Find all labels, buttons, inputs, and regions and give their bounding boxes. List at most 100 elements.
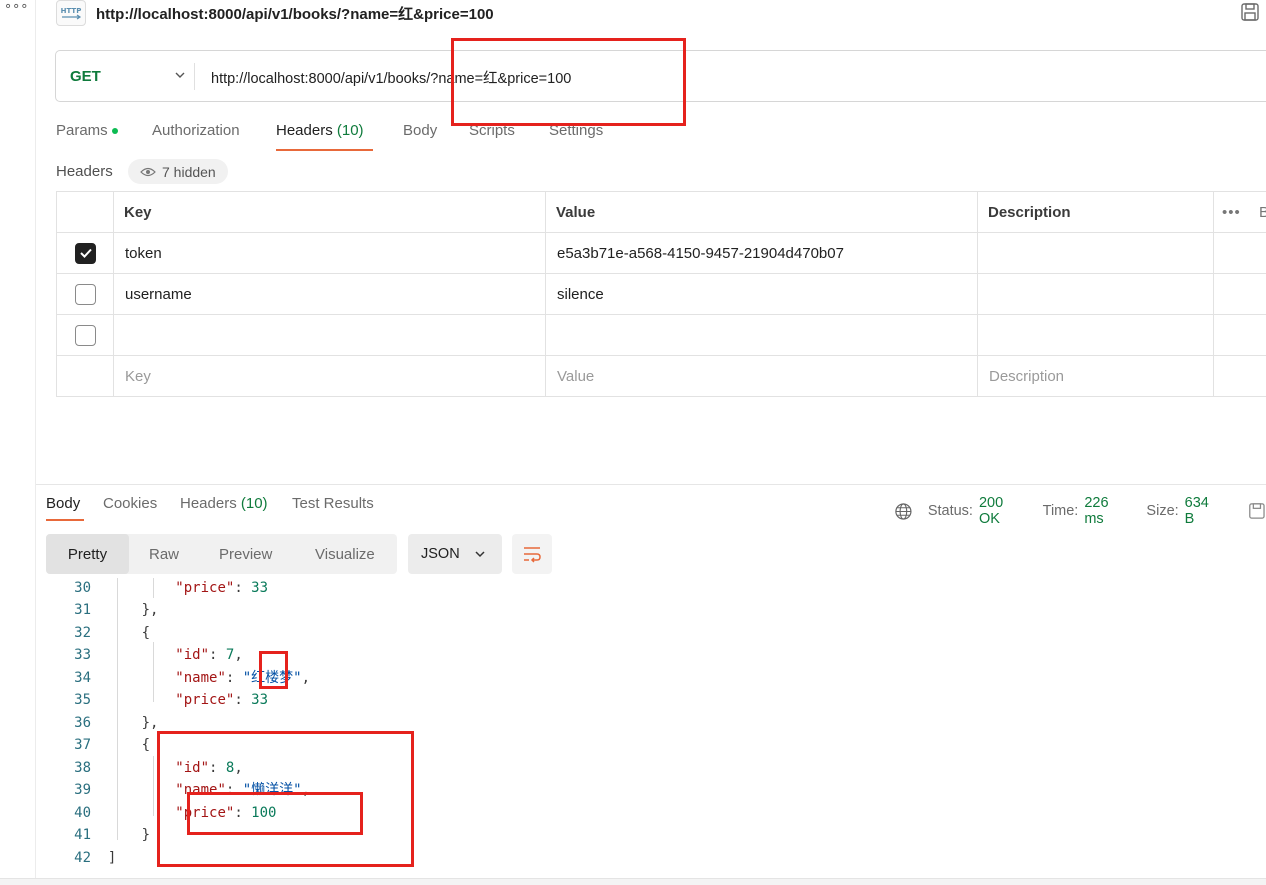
code-line: 33 "id": 7, — [36, 644, 243, 666]
line-number: 32 — [74, 625, 91, 641]
row-checkbox-cell — [56, 314, 114, 356]
header-key-cell[interactable]: username — [113, 273, 546, 315]
line-number: 31 — [74, 602, 91, 618]
response-tab-headers-label: Headers — [180, 495, 237, 512]
tab-authorization[interactable]: Authorization — [152, 122, 240, 139]
response-tab-test-results[interactable]: Test Results — [292, 495, 374, 512]
key-column-header: Key — [113, 191, 546, 233]
row-checkbox-cell — [56, 273, 114, 315]
new-description-input[interactable]: Description — [977, 355, 1214, 397]
row-checkbox[interactable] — [75, 324, 96, 346]
table-row — [56, 314, 1266, 356]
row-extra-cell — [1213, 273, 1266, 315]
header-value-cell[interactable] — [545, 314, 978, 356]
tab-headers-label: Headers — [276, 122, 333, 139]
json-key: "price" — [175, 580, 235, 596]
time-label: Time: — [1042, 503, 1079, 519]
code-line: 41 } — [36, 824, 150, 846]
hidden-count: 7 hidden — [162, 163, 216, 180]
header-description-cell[interactable] — [977, 232, 1214, 274]
method-select[interactable]: GET — [70, 51, 185, 101]
code-line: 30 "price": 33 — [36, 577, 268, 599]
code-line: 31 }, — [36, 599, 158, 621]
active-tab-indicator — [276, 149, 373, 151]
more-options-icon[interactable]: ∘∘∘ — [4, 0, 28, 14]
save-icon[interactable] — [1240, 2, 1260, 22]
headers-section-label: Headers — [56, 163, 113, 180]
header-description-cell[interactable] — [977, 314, 1214, 356]
response-tab-cookies[interactable]: Cookies — [103, 495, 157, 512]
bulk-edit-header[interactable]: ••• B — [1213, 191, 1266, 233]
line-number: 37 — [74, 737, 91, 753]
header-description-cell[interactable] — [977, 273, 1214, 315]
json-key: "name" — [175, 670, 226, 686]
code-line: 36 }, — [36, 712, 158, 734]
table-row: username silence — [56, 273, 1266, 315]
annotation-box-price — [187, 792, 363, 835]
method-label: GET — [70, 67, 101, 85]
code-line: 37 { — [36, 734, 150, 756]
raw-button[interactable]: Raw — [149, 534, 179, 574]
size-label: Size: — [1146, 503, 1179, 519]
new-value-input[interactable]: Value — [545, 355, 978, 397]
response-tab-headers-count: (10) — [240, 495, 268, 512]
more-actions-icon[interactable]: ••• — [1222, 204, 1241, 221]
tab-headers-count: (10) — [336, 122, 364, 139]
json-number: 33 — [251, 580, 269, 596]
line-number: 39 — [74, 782, 91, 798]
header-key-cell[interactable]: token — [113, 232, 546, 274]
annotation-box-url-query — [451, 38, 686, 126]
pretty-button[interactable]: Pretty — [46, 534, 129, 574]
response-tab-headers[interactable]: Headers (10) — [180, 495, 268, 512]
line-number: 35 — [74, 692, 91, 708]
status-label: Status: — [927, 503, 973, 519]
preview-button[interactable]: Preview — [219, 534, 272, 574]
left-sidebar-rail: ∘∘∘ — [0, 0, 36, 885]
bulk-edit-label: B — [1258, 203, 1266, 221]
size-value[interactable]: 634 B — [1185, 495, 1223, 527]
response-tab-body[interactable]: Body — [46, 495, 80, 512]
checkbox-column-header — [56, 191, 114, 233]
code-line: 35 "price": 33 — [36, 689, 268, 711]
line-number: 30 — [74, 580, 91, 596]
format-button-group: Pretty Raw Preview Visualize — [46, 534, 397, 574]
time-value[interactable]: 226 ms — [1084, 495, 1131, 527]
tab-body[interactable]: Body — [403, 122, 437, 139]
row-checkbox[interactable] — [75, 283, 96, 305]
response-active-tab-indicator — [46, 519, 84, 521]
table-header-row: Key Value Description ••• B — [56, 191, 1266, 233]
header-key-cell[interactable] — [113, 314, 546, 356]
globe-icon[interactable] — [894, 502, 913, 521]
check-icon — [79, 248, 92, 258]
tab-params[interactable]: Params — [56, 122, 118, 139]
json-key: "price" — [175, 692, 235, 708]
wrap-lines-icon — [524, 547, 541, 563]
line-number: 36 — [74, 715, 91, 731]
response-meta: Status: 200 OK Time: 226 ms Size: 634 B — [894, 495, 1266, 527]
params-active-dot — [111, 128, 118, 135]
response-divider[interactable] — [36, 484, 1266, 485]
row-checkbox[interactable] — [75, 242, 96, 264]
row-checkbox-cell — [56, 232, 114, 274]
line-number: 42 — [74, 850, 91, 866]
http-icon: HTTP — [56, 0, 86, 26]
new-key-input[interactable]: Key — [113, 355, 546, 397]
line-number: 34 — [74, 670, 91, 686]
header-value-cell[interactable]: e5a3b71e-a568-4150-9457-21904d470b07 — [545, 232, 978, 274]
wrap-lines-button[interactable] — [512, 534, 552, 574]
save-response-icon[interactable] — [1248, 502, 1266, 520]
code-line: 32 { — [36, 622, 150, 644]
svg-text:HTTP: HTTP — [61, 7, 82, 15]
header-value-cell[interactable]: silence — [545, 273, 978, 315]
hidden-headers-toggle[interactable]: 7 hidden — [128, 159, 228, 184]
language-select[interactable]: JSON — [408, 534, 502, 574]
eye-icon — [140, 167, 156, 176]
value-column-header: Value — [545, 191, 978, 233]
line-number: 33 — [74, 647, 91, 663]
line-number: 41 — [74, 827, 91, 843]
request-title: http://localhost:8000/api/v1/books/?name… — [96, 6, 494, 23]
tab-headers[interactable]: Headers (10) — [276, 122, 364, 139]
status-value[interactable]: 200 OK — [979, 495, 1028, 527]
visualize-button[interactable]: Visualize — [315, 534, 375, 574]
line-number: 40 — [74, 805, 91, 821]
